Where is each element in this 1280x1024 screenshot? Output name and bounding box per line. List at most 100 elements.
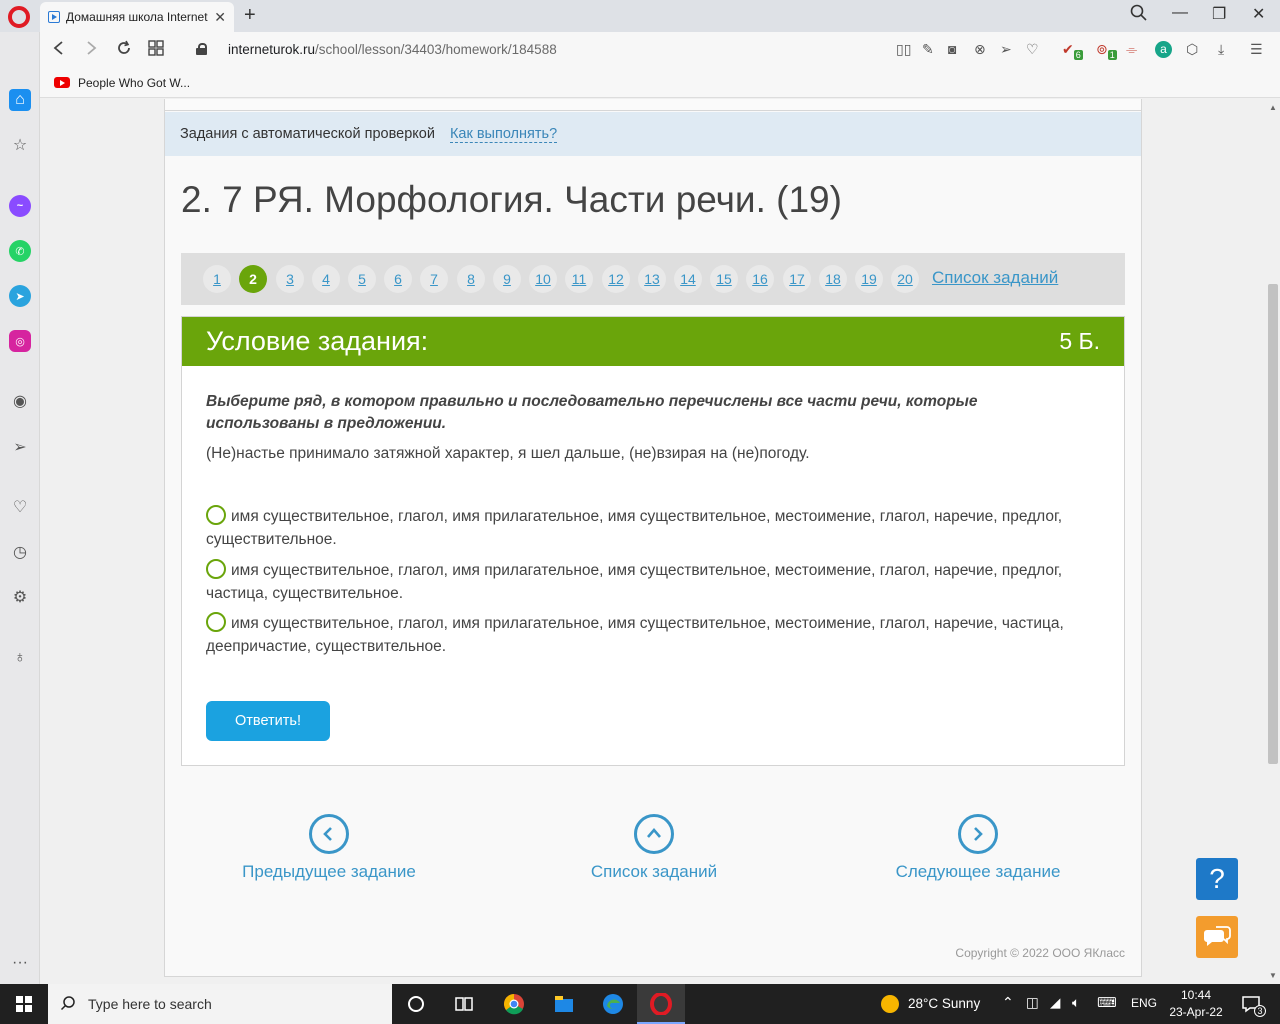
weather-sun-icon[interactable] bbox=[880, 994, 902, 1016]
how-to-link[interactable]: Как выполнять? bbox=[449, 126, 558, 143]
radio-button[interactable] bbox=[206, 505, 226, 525]
network-icon[interactable]: ◢ bbox=[1050, 995, 1060, 1011]
reload-icon[interactable] bbox=[116, 40, 132, 61]
pager-item[interactable]: 15 bbox=[710, 265, 738, 293]
menu-icon[interactable]: ☰ bbox=[1250, 41, 1263, 58]
weather-text[interactable]: 28°C Sunny bbox=[908, 996, 980, 1011]
heart-icon[interactable]: ♡ bbox=[9, 496, 31, 518]
tabs-grid-icon[interactable] bbox=[148, 40, 164, 61]
block-ads-icon[interactable]: ⊗ bbox=[974, 41, 986, 58]
instagram-icon[interactable]: ◎ bbox=[9, 330, 31, 352]
radio-button[interactable] bbox=[206, 559, 226, 579]
pager-item[interactable]: 9 bbox=[493, 265, 521, 293]
pager-item-active[interactable]: 2 bbox=[239, 265, 267, 293]
clock-date[interactable]: 23-Apr-22 bbox=[1164, 1005, 1228, 1019]
scroll-down-icon[interactable]: ▼ bbox=[1269, 971, 1277, 980]
opera-logo-icon[interactable] bbox=[8, 6, 30, 28]
edit-icon[interactable]: ✎ bbox=[922, 41, 934, 58]
lock-icon[interactable] bbox=[196, 43, 207, 55]
whatsapp-icon[interactable]: ✆ bbox=[9, 240, 31, 262]
pager-item[interactable]: 14 bbox=[674, 265, 702, 293]
pager-item[interactable]: 5 bbox=[348, 265, 376, 293]
tab-close-icon[interactable]: ✕ bbox=[214, 9, 226, 26]
pager-item[interactable]: 16 bbox=[746, 265, 774, 293]
answer-option-2[interactable]: имя существительное, глагол, имя прилага… bbox=[206, 559, 1096, 605]
pager-item[interactable]: 3 bbox=[276, 265, 304, 293]
page-viewport: Задания с автоматической проверкой Как в… bbox=[40, 99, 1266, 984]
extension-a-icon[interactable]: a bbox=[1155, 41, 1172, 58]
lightbulb-icon[interactable]: ♁ bbox=[9, 647, 31, 669]
task-list-link[interactable]: Список заданий bbox=[932, 268, 1058, 288]
task-heading: Условие задания: bbox=[206, 326, 429, 356]
clock-time[interactable]: 10:44 bbox=[1164, 988, 1228, 1002]
browser-tab[interactable]: Домашняя школа Internet ✕ bbox=[40, 2, 234, 32]
history-icon[interactable]: ◷ bbox=[9, 541, 31, 563]
restore-icon[interactable]: ❐ bbox=[1212, 4, 1226, 24]
pager-item[interactable]: 11 bbox=[565, 265, 593, 293]
new-tab-icon[interactable]: + bbox=[244, 4, 256, 27]
send-icon[interactable]: ➢ bbox=[1000, 41, 1012, 58]
search-tabs-icon[interactable] bbox=[1130, 4, 1148, 27]
prev-task-link[interactable]: Предыдущее задание bbox=[229, 814, 429, 882]
forward-icon[interactable] bbox=[84, 40, 98, 61]
pager-item[interactable]: 13 bbox=[638, 265, 666, 293]
scroll-up-icon[interactable]: ▲ bbox=[1269, 103, 1277, 112]
settings-gear-icon[interactable]: ⚙ bbox=[9, 586, 31, 608]
language-indicator[interactable]: ENG bbox=[1131, 996, 1157, 1010]
download-icon[interactable]: ⤓ bbox=[1218, 41, 1224, 58]
pager-item[interactable]: 12 bbox=[602, 265, 630, 293]
window-close-icon[interactable]: ✕ bbox=[1252, 4, 1265, 24]
pager-item[interactable]: 8 bbox=[457, 265, 485, 293]
windows-start-icon[interactable] bbox=[16, 996, 32, 1012]
pager-item[interactable]: 20 bbox=[891, 265, 919, 293]
tray-chevron-up-icon[interactable]: ⌃ bbox=[1002, 994, 1014, 1011]
next-task-link[interactable]: Следующее задание bbox=[878, 814, 1078, 882]
minimize-icon[interactable]: — bbox=[1172, 4, 1188, 22]
cortana-icon[interactable] bbox=[405, 993, 427, 1015]
pager-item[interactable]: 6 bbox=[384, 265, 412, 293]
chrome-icon[interactable] bbox=[503, 993, 525, 1015]
page-scrollbar[interactable]: ▲ ▼ bbox=[1266, 99, 1280, 984]
vpn-icon[interactable]: ⌯ bbox=[1126, 41, 1137, 58]
option-label: имя существительное, глагол, имя прилага… bbox=[206, 562, 1063, 602]
messenger-icon[interactable]: ~ bbox=[9, 195, 31, 217]
star-icon[interactable]: ☆ bbox=[9, 134, 31, 156]
home-icon[interactable]: ⌂ bbox=[9, 89, 31, 111]
heart-icon[interactable]: ♡ bbox=[1026, 41, 1039, 58]
more-icon[interactable]: ··· bbox=[9, 952, 31, 974]
camera-icon[interactable]: ◙ bbox=[948, 41, 956, 57]
radio-button[interactable] bbox=[206, 612, 226, 632]
telegram-icon[interactable]: ➤ bbox=[9, 285, 31, 307]
pager-item[interactable]: 1 bbox=[203, 265, 231, 293]
url-field[interactable]: interneturok.ru/school/lesson/34403/home… bbox=[228, 42, 557, 57]
chat-button[interactable] bbox=[1196, 916, 1238, 958]
extension-badge-b-icon[interactable]: ⊚ 1 bbox=[1096, 41, 1117, 60]
cube-icon[interactable]: ⬡ bbox=[1186, 41, 1198, 58]
answer-button[interactable]: Ответить! bbox=[206, 701, 330, 741]
task-view-icon[interactable] bbox=[453, 993, 475, 1015]
scroll-thumb[interactable] bbox=[1268, 284, 1278, 764]
answer-option-1[interactable]: имя существительное, глагол, имя прилага… bbox=[206, 505, 1096, 551]
file-explorer-icon[interactable] bbox=[553, 993, 575, 1015]
help-button[interactable]: ? bbox=[1196, 858, 1238, 900]
taskbar-search-input[interactable]: Type here to search bbox=[48, 984, 392, 1024]
pager-item[interactable]: 19 bbox=[855, 265, 883, 293]
task-list-nav-link[interactable]: Список заданий bbox=[554, 814, 754, 882]
send-icon[interactable]: ➢ bbox=[9, 436, 31, 458]
meet-icon[interactable]: ◫ bbox=[1026, 995, 1039, 1011]
pager-item[interactable]: 4 bbox=[312, 265, 340, 293]
keyboard-icon[interactable]: ⌨ bbox=[1097, 995, 1117, 1011]
pager-item[interactable]: 7 bbox=[420, 265, 448, 293]
bookmark-item[interactable]: People Who Got W... bbox=[78, 76, 190, 90]
volume-icon[interactable]: 🔈︎ bbox=[1072, 995, 1080, 1011]
pager-item[interactable]: 17 bbox=[783, 265, 811, 293]
answer-option-3[interactable]: имя существительное, глагол, имя прилага… bbox=[206, 612, 1096, 658]
back-icon[interactable] bbox=[52, 40, 66, 61]
reader-icon[interactable]: ▯▯ bbox=[896, 41, 911, 58]
player-icon[interactable]: ◉ bbox=[9, 390, 31, 412]
opera-taskbar-button[interactable] bbox=[637, 984, 685, 1024]
pager-item[interactable]: 18 bbox=[819, 265, 847, 293]
extension-badge-a-icon[interactable]: ✔ 6 bbox=[1062, 41, 1083, 60]
edge-icon[interactable] bbox=[602, 993, 624, 1015]
pager-item[interactable]: 10 bbox=[529, 265, 557, 293]
